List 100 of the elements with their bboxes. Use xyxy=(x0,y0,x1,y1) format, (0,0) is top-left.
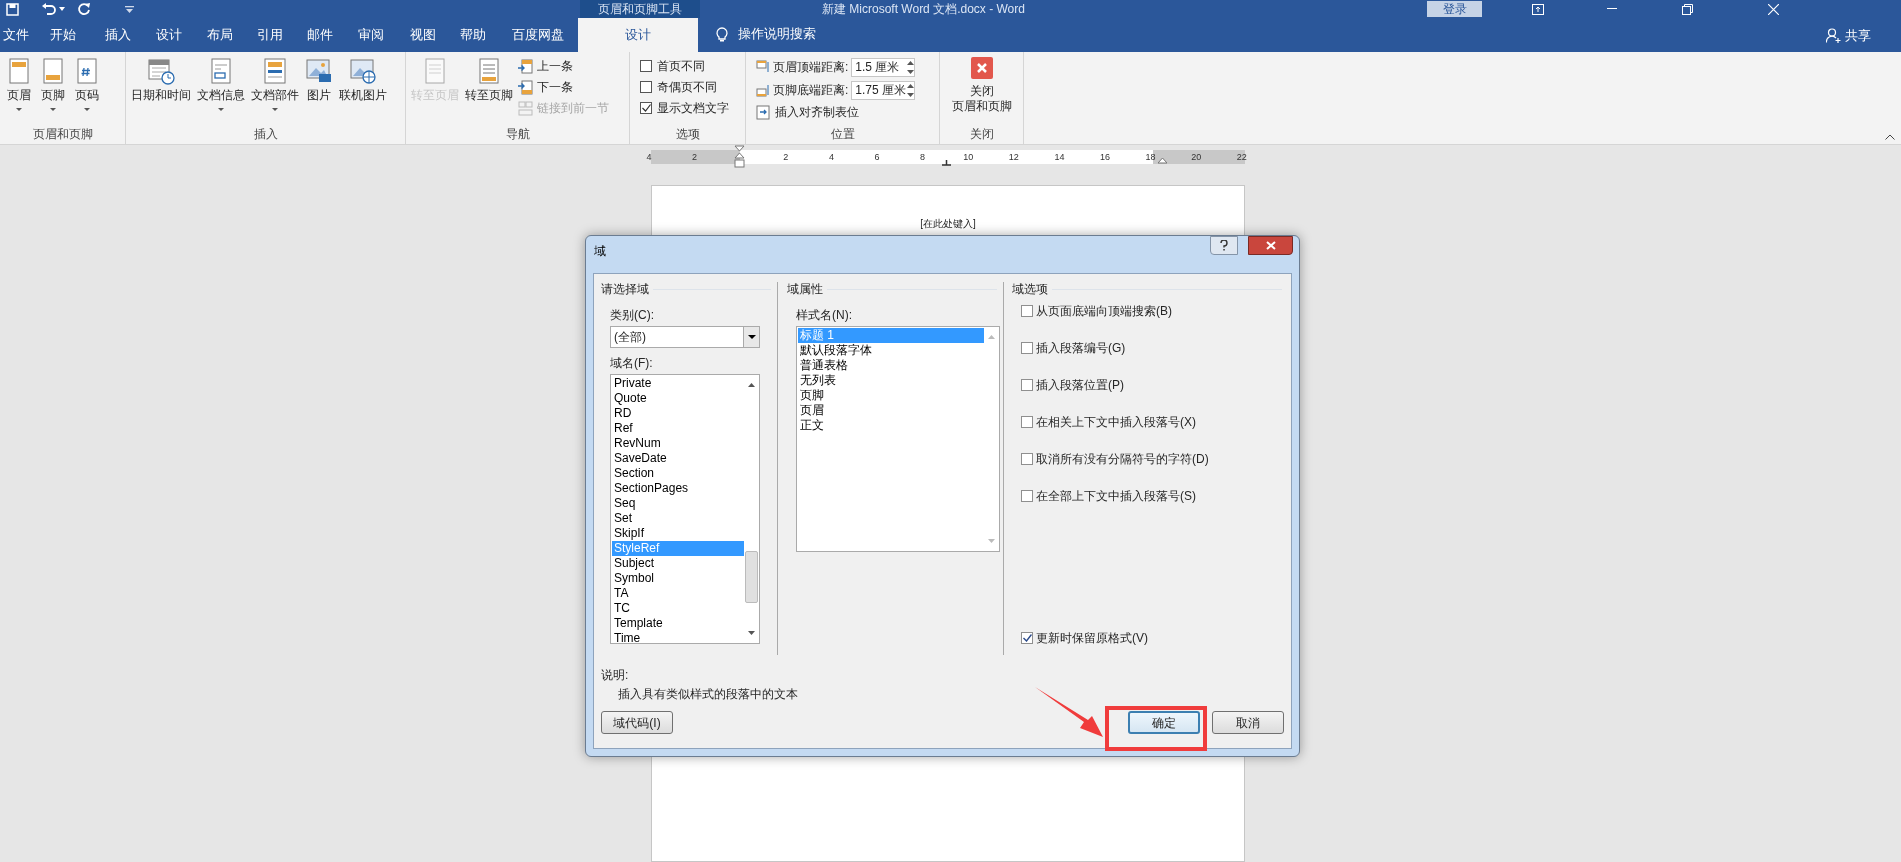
list-item[interactable]: Private xyxy=(612,376,744,391)
ribbon-display-icon[interactable] xyxy=(1532,3,1544,15)
collapse-ribbon-icon[interactable] xyxy=(1885,134,1895,140)
ribbon-tab[interactable]: 布局 xyxy=(196,18,244,52)
list-item[interactable]: 无列表 xyxy=(798,373,984,388)
checkbox[interactable] xyxy=(640,60,652,72)
list-item[interactable]: Set xyxy=(612,511,744,526)
checkbox[interactable] xyxy=(1021,490,1033,502)
checkbox-label[interactable]: 插入段落编号(G) xyxy=(1036,339,1126,357)
sign-in-button[interactable]: 登录 xyxy=(1427,1,1482,17)
checkbox[interactable] xyxy=(1021,342,1033,354)
list-item[interactable]: Quote xyxy=(612,391,744,406)
list-item[interactable]: TC xyxy=(612,601,744,616)
ribbon-button[interactable]: 转至页脚 xyxy=(462,57,516,103)
checkbox-label[interactable]: 在全部上下文中插入段落号(S) xyxy=(1036,487,1196,505)
checkbox-label[interactable]: 奇偶页不同 xyxy=(657,78,717,96)
field-codes-button[interactable]: 域代码(I) xyxy=(601,711,673,734)
caret-icon[interactable] xyxy=(16,108,22,111)
cancel-button[interactable]: 取消 xyxy=(1212,711,1284,734)
caret-icon[interactable] xyxy=(50,108,56,111)
ribbon-button[interactable]: 联机图片 xyxy=(336,57,390,103)
caret-icon[interactable] xyxy=(84,108,90,111)
list-item[interactable]: SkipIf xyxy=(612,526,744,541)
scroll-down-icon[interactable] xyxy=(748,631,755,635)
ribbon-button[interactable]: 页眉 xyxy=(2,57,36,111)
right-indent-icon[interactable] xyxy=(1158,158,1167,166)
ribbon-button[interactable]: 页码 xyxy=(70,57,104,111)
ribbon-tab[interactable]: 插入 xyxy=(94,18,142,52)
spinner-field[interactable]: 1.75 厘米 xyxy=(851,80,916,100)
ribbon-tab[interactable]: 文件 xyxy=(0,18,32,52)
help-button[interactable] xyxy=(1210,236,1238,255)
indent-marker-icon[interactable] xyxy=(734,145,745,168)
spinner-field[interactable]: 1.5 厘米 xyxy=(851,57,916,77)
list-item[interactable]: SaveDate xyxy=(612,451,744,466)
ok-button[interactable]: 确定 xyxy=(1128,711,1200,734)
ribbon-small-button[interactable]: 插入对齐制表位 xyxy=(756,103,859,121)
caret-icon[interactable] xyxy=(272,108,278,111)
redo-icon[interactable] xyxy=(77,2,91,16)
ribbon-tab[interactable]: 邮件 xyxy=(296,18,344,52)
list-item[interactable]: Ref xyxy=(612,421,744,436)
ribbon-tab[interactable]: 帮助 xyxy=(448,18,498,52)
ribbon-tab[interactable]: 视图 xyxy=(398,18,448,52)
checkbox-label[interactable]: 在相关上下文中插入段落号(X) xyxy=(1036,413,1196,431)
ribbon-button[interactable]: 文档部件 xyxy=(248,57,302,111)
scroll-up-icon[interactable] xyxy=(748,383,755,387)
list-item[interactable]: Time xyxy=(612,631,744,646)
tell-me-search[interactable]: 操作说明搜索 xyxy=(738,23,816,43)
ribbon-small-button[interactable]: 上一条 xyxy=(518,57,609,75)
list-item[interactable]: Seq xyxy=(612,496,744,511)
ribbon-tab[interactable]: 审阅 xyxy=(344,18,398,52)
category-dropdown[interactable]: (全部) xyxy=(610,326,760,348)
checkbox-label[interactable]: 首页不同 xyxy=(657,57,705,75)
checkbox[interactable] xyxy=(1021,305,1033,317)
list-item[interactable]: TA xyxy=(612,586,744,601)
caret-icon[interactable] xyxy=(218,108,224,111)
header-placeholder-field[interactable]: [在此处键入] xyxy=(652,216,1244,231)
checkbox[interactable] xyxy=(1021,453,1033,465)
ribbon-tab[interactable]: 设计 xyxy=(142,18,196,52)
lightbulb-icon[interactable] xyxy=(716,27,728,42)
tab-marker-icon[interactable] xyxy=(942,160,951,166)
save-icon[interactable] xyxy=(6,2,19,16)
checkbox[interactable] xyxy=(640,102,652,114)
checkbox-label[interactable]: 更新时保留原格式(V) xyxy=(1036,629,1148,647)
spin-arrows-icon[interactable] xyxy=(907,82,915,98)
restore-icon[interactable] xyxy=(1682,3,1693,15)
style-names-list[interactable]: 标题 1 默认段落字体 普通表格 无列表 页脚 页眉 正文 xyxy=(796,326,1000,552)
share-button[interactable]: 共享 xyxy=(1845,26,1871,46)
list-item[interactable]: Subject xyxy=(612,556,744,571)
ribbon-button[interactable]: 图片 xyxy=(302,57,336,103)
ribbon-tab[interactable]: 设计 xyxy=(578,18,698,52)
minimize-icon[interactable] xyxy=(1607,8,1617,10)
list-item[interactable]: 普通表格 xyxy=(798,358,984,373)
list-item[interactable]: 页眉 xyxy=(798,403,984,418)
list-item[interactable]: 正文 xyxy=(798,418,984,433)
share-person-icon[interactable] xyxy=(1826,28,1841,44)
undo-icon[interactable] xyxy=(41,2,57,16)
field-names-list[interactable]: Private Quote RD Ref RevNum SaveDate Section SectionPages Seq Set SkipIf StyleRef Subject Symbol TA TC Template Time xyxy=(610,374,760,644)
list-item[interactable]: SectionPages xyxy=(612,481,744,496)
checkbox[interactable] xyxy=(640,81,652,93)
checkbox-label[interactable]: 显示文档文字 xyxy=(657,99,729,117)
close-icon[interactable] xyxy=(1768,3,1779,15)
checkbox-label[interactable]: 从页面底端向顶端搜索(B) xyxy=(1036,302,1172,320)
dialog-close-button[interactable] xyxy=(1248,236,1293,255)
spin-arrows-icon[interactable] xyxy=(907,59,915,75)
list-item[interactable]: 页脚 xyxy=(798,388,984,403)
list-item[interactable]: 默认段落字体 xyxy=(798,343,984,358)
ribbon-tab[interactable]: 引用 xyxy=(244,18,296,52)
ribbon-button[interactable]: 文档信息 xyxy=(194,57,248,111)
list-item[interactable]: RevNum xyxy=(612,436,744,451)
checkbox-label[interactable]: 插入段落位置(P) xyxy=(1036,376,1124,394)
list-item[interactable]: Section xyxy=(612,466,744,481)
caret-icon[interactable] xyxy=(59,7,65,11)
close-header-footer-button[interactable]: 关闭 页眉和页脚 xyxy=(951,57,1012,114)
checkbox-label[interactable]: 取消所有没有分隔符号的字符(D) xyxy=(1036,450,1209,468)
ribbon-tab[interactable]: 开始 xyxy=(32,18,94,52)
ribbon-button[interactable]: 页脚 xyxy=(36,57,70,111)
list-item[interactable]: Template xyxy=(612,616,744,631)
ribbon-tab[interactable]: 百度网盘 xyxy=(498,18,578,52)
list-item[interactable]: Symbol xyxy=(612,571,744,586)
checkbox[interactable] xyxy=(1021,632,1033,644)
